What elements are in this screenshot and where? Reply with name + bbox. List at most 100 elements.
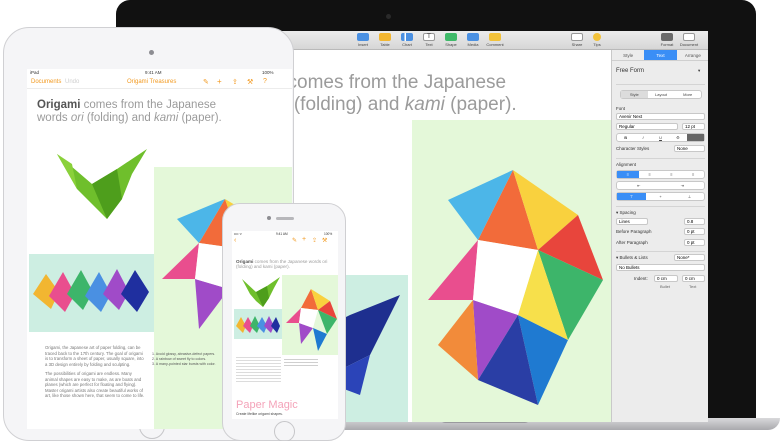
align-left-icon[interactable]: ≡ [617, 171, 639, 178]
alignment-label: Alignment [616, 162, 637, 167]
shape-icon [445, 33, 457, 41]
text-icon: T [423, 33, 435, 41]
font-name-popup[interactable]: Avenir Next [616, 113, 705, 120]
italic-button[interactable]: I [634, 134, 651, 141]
align-right-icon[interactable]: ≡ [661, 171, 683, 178]
align-justify-icon[interactable]: ≡ [682, 171, 704, 178]
origami-star-image [428, 170, 603, 405]
table-button[interactable]: Table [374, 33, 396, 47]
comment-icon [489, 33, 501, 41]
plus-icon[interactable]: + [302, 236, 306, 243]
align-middle-icon[interactable]: + [646, 193, 675, 200]
chevron-down-icon[interactable]: ▾ [698, 68, 700, 74]
indent-buttons: ⇤ ⇥ [616, 181, 705, 190]
font-size-stepper[interactable]: 12 pt [682, 123, 705, 130]
text-color-well[interactable] [686, 134, 705, 141]
origami-dinosaur-image [57, 149, 147, 219]
comment-button[interactable]: Comment [484, 33, 506, 47]
subtab-more[interactable]: More [674, 91, 701, 98]
iphone-device: •••• ᯤ 9:41 AM 100% ‹ ✎ + ⇪ ⚒ Origami co… [222, 203, 346, 441]
spacing-mode-popup[interactable]: Lines [616, 218, 648, 225]
text-caption: Text [689, 284, 697, 289]
underline-button[interactable]: U [652, 134, 669, 141]
bullets-lists-label: ▾ Bullets & Lists [616, 255, 648, 260]
ipad-body-text[interactable]: Origami, the Japanese art of paper foldi… [45, 345, 145, 399]
bullet-indent-stepper[interactable]: 0 cm [654, 275, 678, 282]
ipad-status-bar: iPad 9:41 AM 100% [30, 70, 274, 75]
media-button[interactable]: Media [462, 33, 484, 47]
iphone-speaker [276, 217, 294, 220]
iphone-camera [267, 216, 271, 220]
tab-arrange[interactable]: Arrange [676, 50, 708, 61]
increase-indent-icon[interactable]: ⇥ [661, 182, 705, 189]
brush-icon[interactable]: ✎ [203, 78, 209, 86]
indent-label: Indent: [634, 276, 648, 281]
paragraph-style-popup[interactable]: Free Form [616, 68, 644, 74]
divider [616, 206, 705, 207]
macbook-camera [386, 14, 391, 19]
tab-text[interactable]: Text [644, 50, 677, 61]
divider [616, 84, 705, 85]
alignment-buttons: ≡ ≡ ≡ ≡ [616, 170, 705, 179]
document-heading[interactable]: i comes from the Japanese ri (folding) a… [278, 72, 517, 116]
iphone-list-text[interactable] [284, 357, 318, 366]
plus-icon[interactable]: + [217, 77, 222, 86]
undo-button[interactable]: Undo [65, 79, 79, 85]
product-hero-scene: Insert Table Chart T Text Shape Media Co… [0, 0, 780, 441]
font-label: Font [616, 106, 626, 111]
share-icon[interactable]: ⇪ [232, 78, 238, 86]
share-button[interactable]: Share [566, 33, 588, 47]
paper-magic-subtitle[interactable]: Create lifelike origami shapes. [236, 412, 283, 416]
ipad-nav-bar: Documents Undo Origami Treasures ✎ + ⇪ ⚒… [27, 77, 292, 89]
iphone-home-button[interactable] [274, 421, 295, 441]
origami-cranes-row-image [236, 316, 280, 333]
tips-button[interactable]: Tips [586, 33, 608, 47]
tab-style[interactable]: Style [612, 50, 645, 61]
origami-cranes-row-image [33, 269, 149, 312]
document-button[interactable]: Document [678, 33, 700, 47]
format-button[interactable]: Format [656, 33, 678, 47]
help-icon[interactable]: ? [263, 78, 267, 85]
shape-button[interactable]: Shape [440, 33, 462, 47]
divider [616, 251, 705, 252]
bold-button[interactable]: B [617, 134, 634, 141]
vertical-align-buttons: ⊤ + ⊥ [616, 192, 705, 201]
share-icon[interactable]: ⇪ [312, 237, 317, 244]
after-paragraph-stepper[interactable]: 0 pt [684, 239, 705, 246]
before-paragraph-stepper[interactable]: 0 pt [684, 228, 705, 235]
subtab-layout[interactable]: Layout [648, 91, 675, 98]
inspector-tabs: Style Text Arrange [612, 50, 708, 61]
spacing-value-stepper[interactable]: 0.8 [684, 218, 705, 225]
bullet-type-popup[interactable]: No Bullets [616, 264, 705, 271]
chart-button[interactable]: Chart [396, 33, 418, 47]
brush-icon[interactable]: ✎ [292, 237, 297, 244]
decrease-indent-icon[interactable]: ⇤ [617, 182, 661, 189]
character-styles-label: Character Styles [616, 146, 650, 151]
wrench-icon[interactable]: ⚒ [247, 78, 253, 86]
align-bottom-icon[interactable]: ⊥ [675, 193, 704, 200]
text-indent-stepper[interactable]: 0 cm [682, 275, 705, 282]
iphone-body-text[interactable] [236, 355, 281, 383]
iphone-heading[interactable]: Origami comes from the Japanese words or… [236, 259, 336, 270]
ipad-heading[interactable]: Origami comes from the Japanese words or… [37, 99, 277, 125]
table-icon [379, 33, 391, 41]
insert-icon [357, 33, 369, 41]
wrench-icon[interactable]: ⚒ [322, 237, 327, 244]
align-top-icon[interactable]: ⊤ [617, 193, 646, 200]
spacing-label: ▾ Spacing [616, 210, 636, 215]
documents-button[interactable]: Documents [31, 79, 61, 85]
font-weight-popup[interactable]: Regular [616, 123, 678, 130]
insert-button[interactable]: Insert [352, 33, 374, 47]
text-button[interactable]: T Text [418, 33, 440, 47]
format-inspector: Style Text Arrange Free Form ▾ Style Lay… [611, 50, 708, 422]
divider [616, 158, 705, 159]
character-styles-popup[interactable]: None [674, 145, 705, 152]
subtab-style[interactable]: Style [621, 91, 648, 98]
document-icon [683, 33, 695, 41]
paper-magic-title[interactable]: Paper Magic [236, 399, 298, 411]
back-chevron-icon[interactable]: ‹ [234, 237, 236, 244]
bullets-popup[interactable]: None* [674, 254, 705, 261]
gear-icon[interactable]: ⚙ [669, 134, 686, 141]
document-title[interactable]: Origami Treasures [127, 79, 176, 85]
align-center-icon[interactable]: ≡ [639, 171, 661, 178]
